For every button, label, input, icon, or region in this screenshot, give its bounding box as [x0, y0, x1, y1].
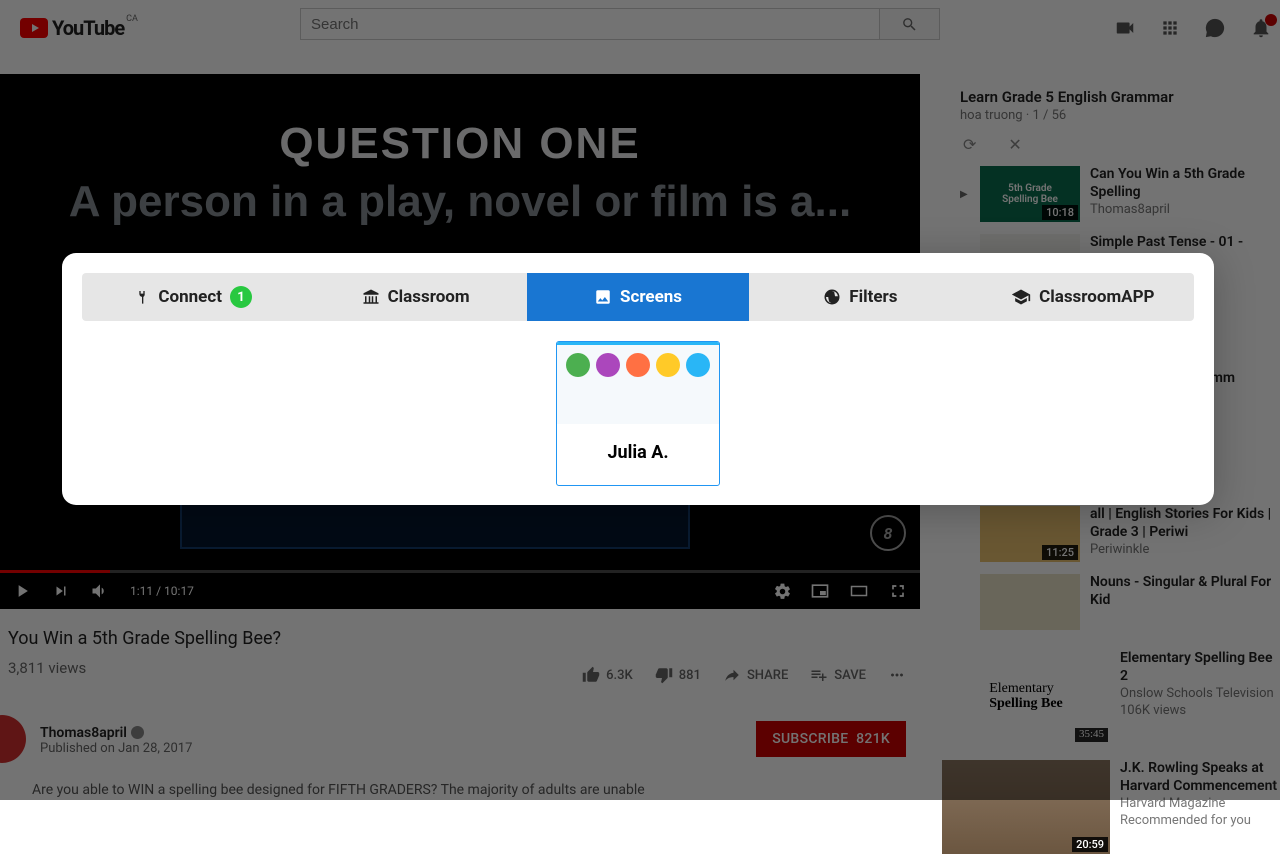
tab-filters[interactable]: Filters [749, 273, 971, 321]
globe-icon [823, 288, 841, 306]
student-screen-card[interactable]: Julia A. [556, 341, 720, 486]
duration-badge: 20:59 [1072, 837, 1108, 852]
student-screen-thumbnail [557, 342, 719, 424]
classroom-modal: Connect 1 Classroom Screens Filters Clas… [62, 253, 1214, 505]
building-icon [362, 288, 380, 306]
student-name: Julia A. [557, 424, 719, 485]
video-item-note: Recommended for you [1120, 813, 1280, 828]
graduation-cap-icon [1011, 287, 1031, 307]
image-icon [594, 288, 612, 306]
tab-classroom-app[interactable]: ClassroomAPP [972, 273, 1194, 321]
connect-count-badge: 1 [230, 286, 252, 308]
tab-classroom[interactable]: Classroom [304, 273, 526, 321]
modal-tabs: Connect 1 Classroom Screens Filters Clas… [82, 273, 1194, 321]
tab-screens[interactable]: Screens [527, 273, 749, 321]
tab-connect[interactable]: Connect 1 [82, 273, 304, 321]
plug-icon [134, 289, 150, 305]
